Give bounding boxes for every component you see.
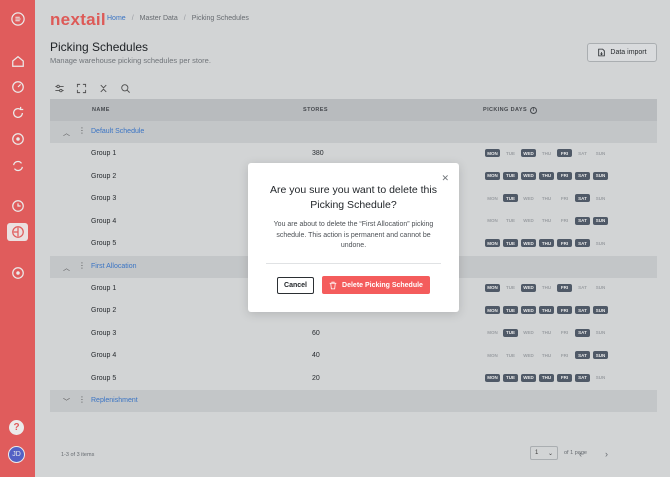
dialog-message: You are about to delete the “First Alloc… <box>273 221 434 249</box>
trash-icon <box>329 281 337 289</box>
delete-button-label: Delete Picking Schedule <box>342 281 423 289</box>
dialog-title: Are you sure you want to delete this Pic… <box>270 184 437 211</box>
delete-picking-schedule-button[interactable]: Delete Picking Schedule <box>322 276 430 294</box>
delete-confirmation-dialog: ✕ Are you sure you want to delete this P… <box>248 163 459 312</box>
cancel-button[interactable]: Cancel <box>277 277 314 294</box>
dialog-divider <box>266 263 441 264</box>
